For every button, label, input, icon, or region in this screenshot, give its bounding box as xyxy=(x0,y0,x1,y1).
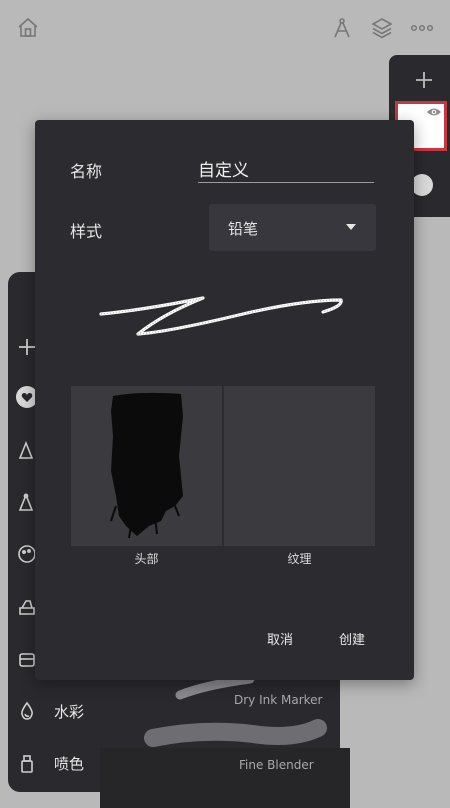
category-spray-label[interactable]: 喷色 xyxy=(54,753,84,774)
shape-source-box[interactable] xyxy=(71,386,222,546)
head-label: 头部 xyxy=(134,552,159,566)
home-icon[interactable] xyxy=(16,16,40,40)
name-input[interactable] xyxy=(198,154,374,183)
new-brush-dialog: 名称 样式 铅笔 头部 纹理 取消 创建 xyxy=(35,120,414,680)
style-dropdown-value: 铅笔 xyxy=(228,220,259,238)
style-label: 样式 xyxy=(70,222,103,241)
color-swatch[interactable] xyxy=(411,174,433,196)
category-watercolor-label[interactable]: 水彩 xyxy=(54,701,84,722)
panel-bottom-strip xyxy=(100,748,350,808)
name-label: 名称 xyxy=(70,162,103,181)
more-icon[interactable] xyxy=(410,16,434,40)
chevron-down-icon xyxy=(346,224,356,230)
compass-icon[interactable] xyxy=(330,16,354,40)
style-dropdown[interactable]: 铅笔 xyxy=(209,204,376,251)
grain-source-box[interactable] xyxy=(224,386,375,546)
brush-tip-image xyxy=(110,392,183,539)
stroke-preview xyxy=(99,296,343,336)
cancel-button[interactable]: 取消 xyxy=(261,625,299,652)
spray-can-icon[interactable] xyxy=(16,752,38,774)
fine-blender-stroke-preview[interactable] xyxy=(143,718,328,754)
eye-icon[interactable] xyxy=(426,106,442,118)
water-drop-icon[interactable] xyxy=(16,700,38,722)
create-button[interactable]: 创建 xyxy=(333,625,371,652)
texture-label: 纹理 xyxy=(287,552,312,566)
brush-name-fine-blender[interactable]: Fine Blender xyxy=(239,758,314,772)
add-layer-icon[interactable] xyxy=(413,69,435,91)
brush-name-dry-ink-marker[interactable]: Dry Ink Marker xyxy=(234,693,322,707)
layers-icon[interactable] xyxy=(370,16,394,40)
